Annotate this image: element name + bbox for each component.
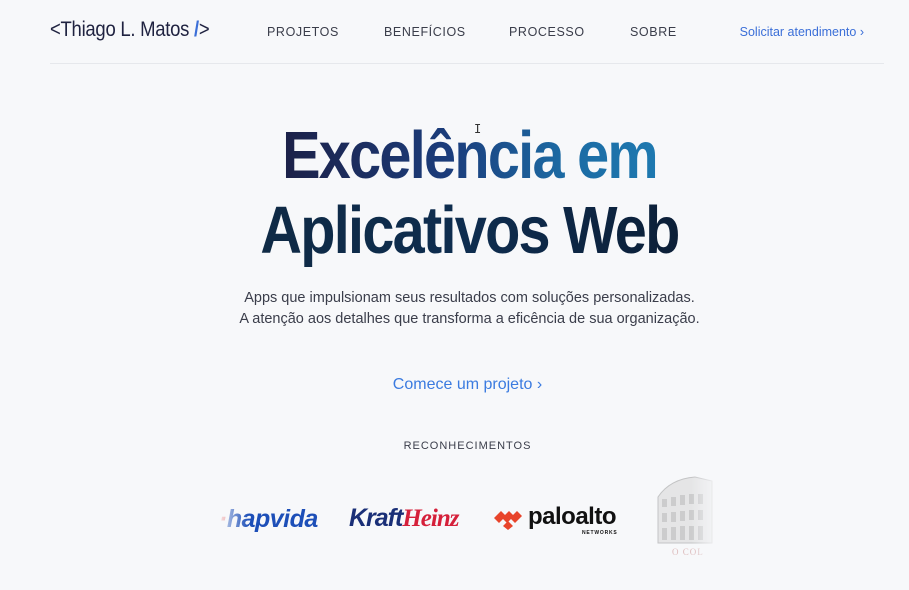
nav-link-projetos[interactable]: PROJETOS [267,25,339,39]
nav-link-processo[interactable]: PROCESSO [509,25,585,39]
logo-name: Thiago L. Matos [60,18,190,41]
hero-subtitle-line2: A atenção aos detalhes que transforma a … [239,311,700,327]
top-nav: <Thiago L. Matos /> PROJETOS BENEFÍCIOS … [50,0,884,64]
kraft-wordmark: Kraft [349,504,403,532]
start-project-link[interactable]: Comece um projeto › [0,376,909,394]
kraft-heinz-logo: KraftHeinz [349,504,459,533]
text-cursor-icon: I [474,122,482,136]
coliseum-caption: O COL [672,547,704,557]
hapvida-wordmark: hapvida [226,505,318,533]
site-logo[interactable]: <Thiago L. Matos /> [50,18,210,42]
recognition-heading: RECONHECIMENTOS [403,440,532,452]
logo-close-bracket: > [198,18,210,41]
request-service-link[interactable]: Solicitar atendimento › [740,25,864,39]
hero-title-line2-text: Aplicativos Web [260,193,680,268]
nav-link-sobre[interactable]: SOBRE [630,25,677,39]
recognition-logos: ·hapvida KraftHeinz paloalto NETWORKS O … [0,470,909,570]
palo-alto-networks-text: NETWORKS [582,530,618,536]
hero-title-line1-text: Excelência em [282,118,659,193]
coliseum-icon [657,476,713,544]
hapvida-dot: · [219,505,227,533]
nav-link-beneficios[interactable]: BENEFÍCIOS [384,25,466,39]
hero-subtitle-line1: Apps que impulsionam seus resultados com… [244,290,695,306]
heinz-wordmark: Heinz [402,505,459,532]
palo-alto-wordmark: paloalto [528,503,617,530]
logo-open-bracket: < [50,18,61,41]
coliseum-logo: O COL [650,475,720,560]
hapvida-logo: ·hapvida [219,505,318,534]
palo-alto-mark-icon [494,511,522,530]
hero-title-line1: Excelência em [66,118,874,194]
hero-title-line2: Aplicativos Web [66,193,874,269]
